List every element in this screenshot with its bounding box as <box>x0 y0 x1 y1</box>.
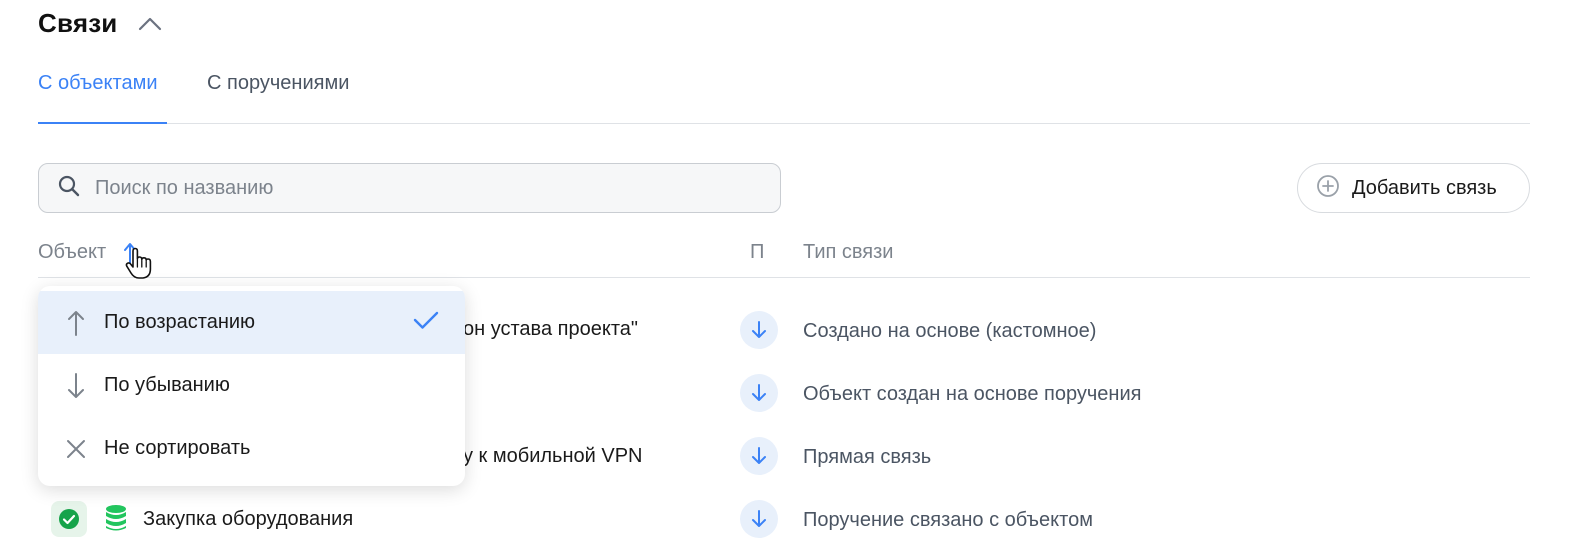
row-link-type: Поручение связано с объектом <box>803 509 1093 531</box>
close-icon <box>62 435 90 463</box>
arrow-down-icon[interactable] <box>740 500 778 538</box>
status-check-icon <box>51 501 87 537</box>
search-box <box>38 163 781 213</box>
tab-objects[interactable]: С объектами <box>38 72 158 95</box>
sort-option-none[interactable]: Не сортировать <box>38 417 465 480</box>
add-link-button[interactable]: Добавить связь <box>1297 163 1530 213</box>
table-row[interactable]: Закупка оборудования Поручение связано с… <box>0 488 1587 551</box>
sort-option-descending[interactable]: По убыванию <box>38 354 465 417</box>
row-object-name[interactable]: Закупка оборудования <box>143 508 353 531</box>
row-object-name[interactable]: у к мобильной VPN <box>463 445 642 468</box>
tab-assignments[interactable]: С поручениями <box>207 72 349 95</box>
row-link-type: Объект создан на основе поручения <box>803 383 1142 405</box>
column-header-type[interactable]: Тип связи <box>803 241 893 264</box>
arrow-down-icon <box>62 372 90 400</box>
arrow-down-icon[interactable] <box>740 311 778 349</box>
section-header: Связи <box>38 8 164 39</box>
row-link-type: Прямая связь <box>803 446 932 468</box>
sort-option-ascending[interactable]: По возрастанию <box>38 291 465 354</box>
section-title: Связи <box>38 8 118 38</box>
sort-option-label: Не сортировать <box>104 437 251 459</box>
arrow-up-icon <box>62 309 90 337</box>
database-icon <box>104 504 128 537</box>
header-divider <box>38 277 1530 278</box>
row-link-type: Создано на основе (кастомное) <box>803 320 1097 342</box>
plus-circle-icon <box>1316 174 1340 203</box>
tabs-bar: С объектами С поручениями <box>38 62 1530 124</box>
active-tab-indicator <box>38 122 167 124</box>
arrow-down-icon[interactable] <box>740 374 778 412</box>
check-icon <box>412 309 440 336</box>
row-object-name[interactable]: он устава проекта" <box>463 318 638 341</box>
sort-dropdown: По возрастанию По убыванию Не сортироват… <box>38 286 465 486</box>
sort-option-label: По убыванию <box>104 374 230 396</box>
search-input[interactable] <box>95 176 735 200</box>
hand-cursor-icon <box>124 247 154 286</box>
column-header-p[interactable]: П <box>750 241 764 264</box>
chevron-up-icon[interactable] <box>136 10 164 38</box>
sort-option-label: По возрастанию <box>104 311 256 333</box>
arrow-down-icon[interactable] <box>740 437 778 475</box>
column-header-object[interactable]: Объект <box>38 241 106 264</box>
search-icon <box>57 174 81 203</box>
add-link-label: Добавить связь <box>1352 176 1497 199</box>
